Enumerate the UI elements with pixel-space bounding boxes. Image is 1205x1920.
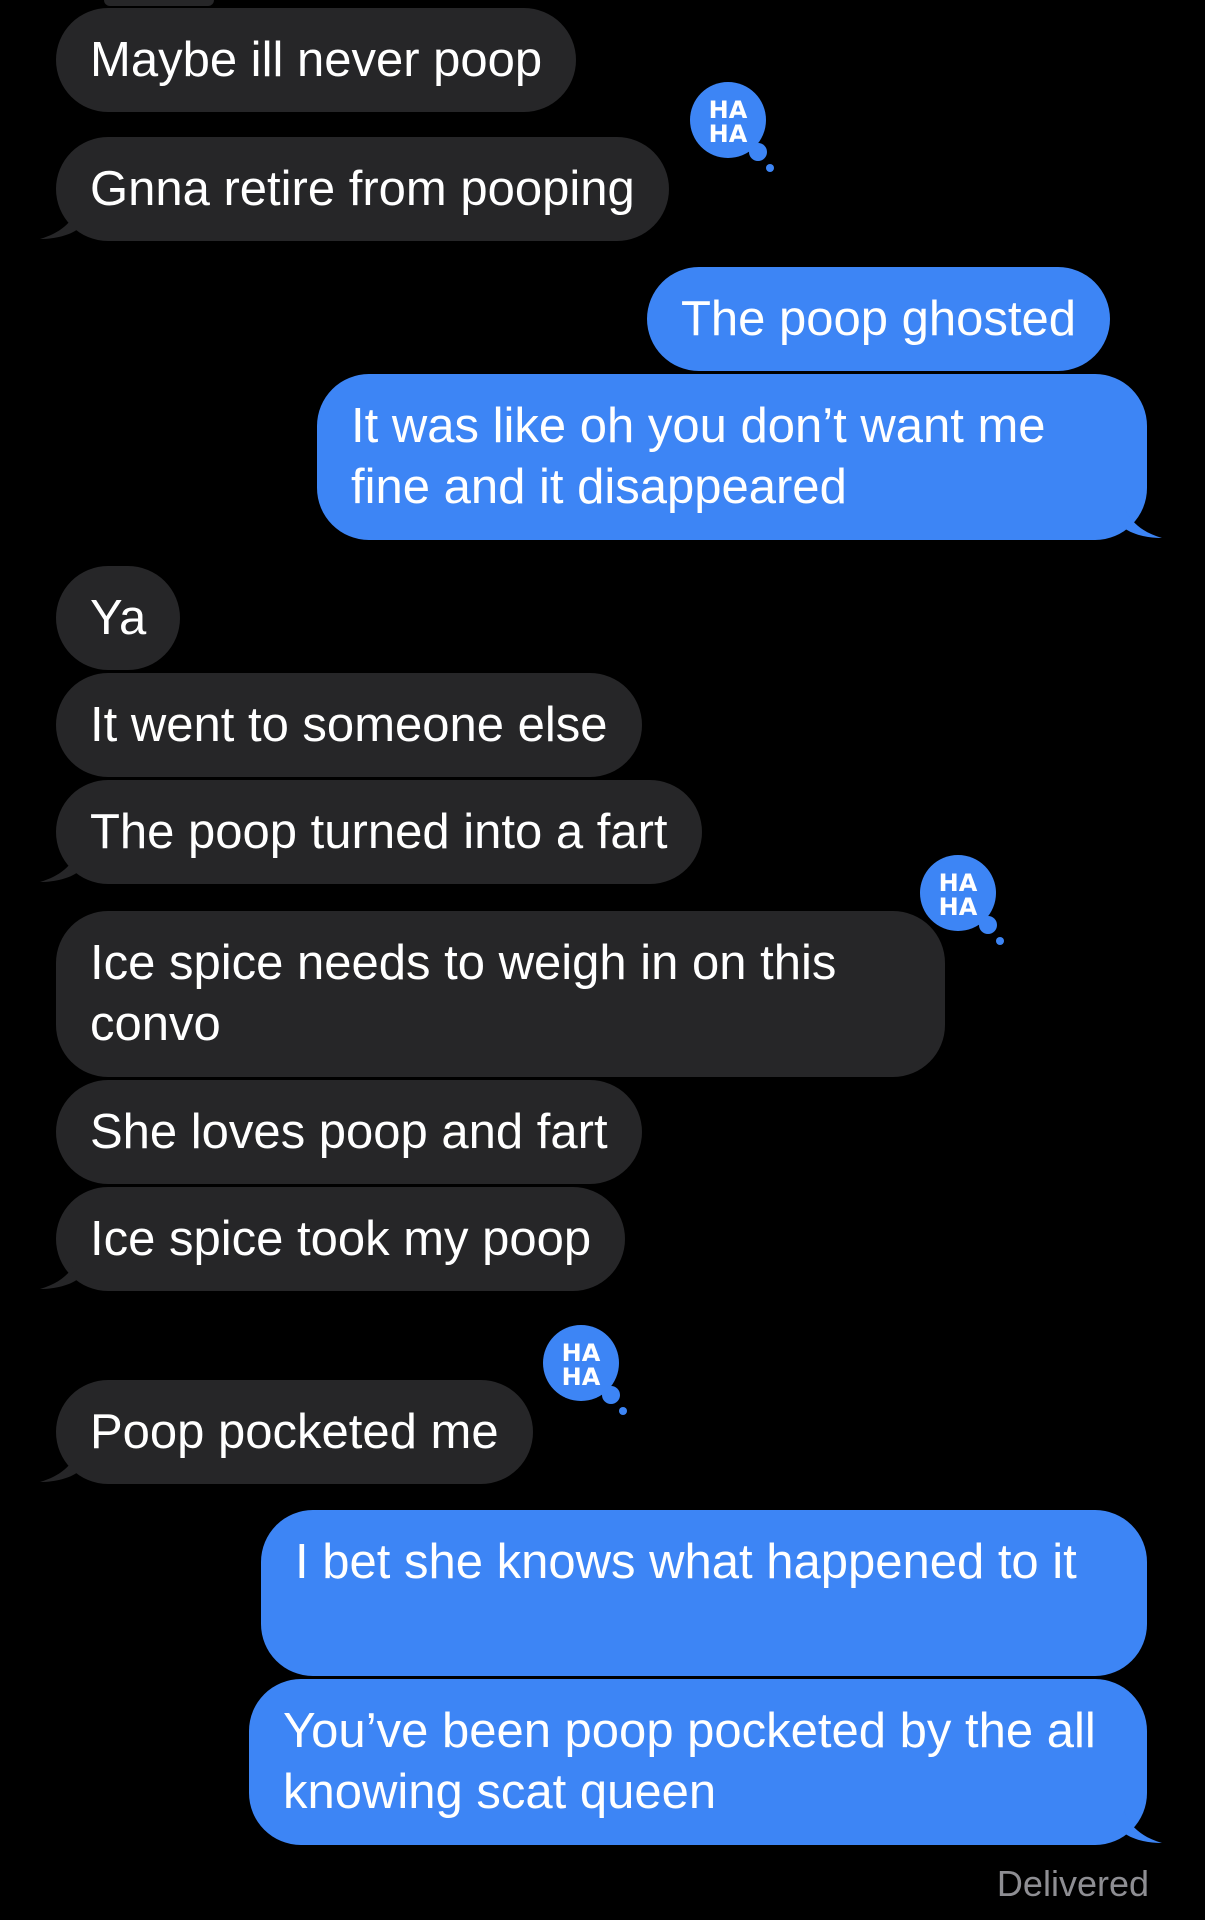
svg-text:HA: HA [709, 120, 748, 148]
message-bubble-incoming[interactable]: Ice spice needs to weigh in on this conv… [56, 911, 945, 1077]
message-bubble-outgoing[interactable]: I bet she knows what happened to it [261, 1510, 1147, 1676]
message-bubble-incoming[interactable]: It went to someone else [56, 673, 642, 777]
incoming-bubble-tail [40, 207, 78, 239]
incoming-bubble-tail [40, 1257, 78, 1289]
message-bubble-incoming[interactable]: The poop turned into a fart [56, 780, 702, 884]
svg-text:HA: HA [562, 1363, 601, 1391]
haha-reaction-icon[interactable]: HA HA [682, 80, 774, 172]
message-bubble-incoming[interactable]: Gnna retire from pooping [56, 137, 669, 241]
haha-reaction-icon[interactable]: HA HA [912, 853, 1004, 945]
previous-message-edge [104, 0, 214, 6]
haha-reaction-icon[interactable]: HA HA [535, 1323, 627, 1415]
message-bubble-incoming[interactable]: She loves poop and fart [56, 1080, 642, 1184]
outgoing-bubble-tail [1124, 506, 1162, 538]
incoming-bubble-tail [40, 850, 78, 882]
message-bubble-outgoing[interactable]: The poop ghosted [647, 267, 1111, 371]
incoming-bubble-tail [40, 1450, 78, 1482]
message-bubble-incoming[interactable]: Poop pocketed me [56, 1380, 533, 1484]
message-bubble-outgoing[interactable]: It was like oh you don’t want me fine an… [317, 374, 1147, 540]
message-bubble-incoming[interactable]: Maybe ill never poop [56, 8, 577, 112]
delivery-status: Delivered [996, 1863, 1149, 1904]
message-bubble-outgoing[interactable]: You’ve been poop pocketed by the all kno… [249, 1679, 1147, 1845]
message-bubble-incoming[interactable]: Ya [56, 566, 181, 670]
outgoing-bubble-tail [1124, 1811, 1162, 1843]
message-bubble-incoming[interactable]: Ice spice took my poop [56, 1187, 626, 1291]
svg-text:HA: HA [939, 893, 978, 921]
